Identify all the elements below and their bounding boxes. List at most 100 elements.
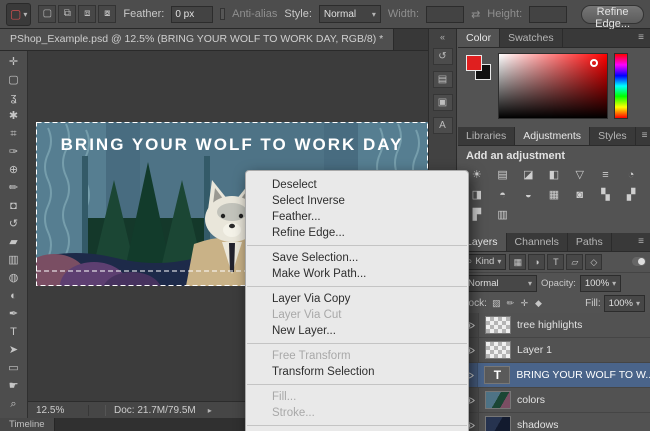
- collapsed-character-panel-icon[interactable]: A: [433, 117, 453, 134]
- menu-item-fill[interactable]: Fill...: [246, 389, 468, 405]
- panel-menu-icon[interactable]: ≡: [632, 233, 650, 251]
- height-input[interactable]: [529, 6, 567, 23]
- filter-pixel-layers-icon[interactable]: ▦: [509, 254, 526, 270]
- eyedropper-tool[interactable]: ✑: [2, 143, 26, 161]
- filter-adjustment-layers-icon[interactable]: ◑: [528, 254, 545, 270]
- color-balance-adjustment-icon[interactable]: ◔: [618, 167, 644, 184]
- refine-edge-button[interactable]: Refine Edge...: [581, 5, 644, 24]
- tab-swatches[interactable]: Swatches: [500, 29, 563, 47]
- menu-item-refine-edge[interactable]: Refine Edge...: [246, 225, 468, 241]
- panel-menu-icon[interactable]: ≡: [636, 127, 650, 145]
- eraser-tool[interactable]: ▰: [2, 233, 26, 251]
- tab-timeline[interactable]: Timeline: [0, 418, 55, 431]
- new-selection-icon[interactable]: ▢: [38, 5, 56, 23]
- layer-thumbnail[interactable]: T: [484, 366, 510, 384]
- filter-group-layers-icon[interactable]: ▱: [566, 254, 583, 270]
- panel-menu-icon[interactable]: ≡: [632, 29, 650, 47]
- quick-selection-tool[interactable]: ✱: [2, 107, 26, 125]
- layer-thumbnail[interactable]: [485, 416, 511, 431]
- add-to-selection-icon[interactable]: ⧉: [58, 5, 76, 23]
- color-lookup-adjustment-icon[interactable]: ▦: [541, 187, 567, 204]
- zoom-tool[interactable]: ⌕: [2, 395, 26, 413]
- exposure-adjustment-icon[interactable]: ◧: [541, 167, 567, 184]
- menu-item-free-transform[interactable]: Free Transform: [246, 348, 468, 364]
- move-tool[interactable]: ✛: [2, 53, 26, 71]
- zoom-level-field[interactable]: 12.5%: [28, 405, 89, 416]
- opacity-value[interactable]: 100% ▾: [580, 275, 621, 292]
- channel-mixer-adjustment-icon[interactable]: ◒: [515, 187, 541, 204]
- blend-mode-select[interactable]: Normal ▾: [463, 275, 537, 292]
- menu-item-make-work-path[interactable]: Make Work Path...: [246, 266, 468, 282]
- status-popup-arrow-icon[interactable]: ▸: [208, 406, 212, 415]
- menu-item-select-inverse[interactable]: Select Inverse: [246, 193, 468, 209]
- levels-adjustment-icon[interactable]: ▤: [490, 167, 516, 184]
- tab-adjustments[interactable]: Adjustments: [515, 127, 590, 145]
- tab-libraries[interactable]: Libraries: [458, 127, 515, 145]
- layer-row-tree-highlights[interactable]: tree highlights: [458, 313, 650, 338]
- menu-item-deselect[interactable]: Deselect: [246, 177, 468, 193]
- rectangle-shape-tool[interactable]: ▭: [2, 359, 26, 377]
- foreground-color-swatch[interactable]: [466, 55, 482, 71]
- collapsed-properties-panel-icon[interactable]: ▤: [433, 71, 453, 88]
- crop-tool[interactable]: ⌗: [2, 125, 26, 143]
- lock-position-icon[interactable]: ✛: [518, 297, 531, 310]
- layer-thumbnail[interactable]: [485, 316, 511, 334]
- menu-item-layer-via-copy[interactable]: Layer Via Copy: [246, 291, 468, 307]
- pen-tool[interactable]: ✒: [2, 305, 26, 323]
- curves-adjustment-icon[interactable]: ◪: [515, 167, 541, 184]
- lock-image-pixels-icon[interactable]: ✏: [504, 297, 517, 310]
- gradient-tool[interactable]: ▥: [2, 251, 26, 269]
- history-brush-tool[interactable]: ↺: [2, 215, 26, 233]
- hue-slider[interactable]: [614, 53, 628, 119]
- menu-item-layer-via-cut[interactable]: Layer Via Cut: [246, 307, 468, 323]
- blur-tool[interactable]: ◍: [2, 269, 26, 287]
- color-picker-marker[interactable]: [590, 59, 598, 67]
- menu-item-feather[interactable]: Feather...: [246, 209, 468, 225]
- layer-row-bring-your-wolf-to-w[interactable]: T BRING YOUR WOLF TO W...: [458, 363, 650, 388]
- hue-saturation-adjustment-icon[interactable]: ≡: [593, 167, 619, 184]
- dodge-tool[interactable]: ◐: [2, 287, 26, 305]
- menu-item-new-layer[interactable]: New Layer...: [246, 323, 468, 339]
- layer-filter-toggle[interactable]: [632, 257, 646, 266]
- posterize-adjustment-icon[interactable]: ▚: [593, 187, 619, 204]
- path-selection-tool[interactable]: ➤: [2, 341, 26, 359]
- filter-type-layers-icon[interactable]: T: [547, 254, 564, 270]
- collapsed-history-panel-icon[interactable]: ↺: [433, 48, 453, 65]
- menu-item-stroke[interactable]: Stroke...: [246, 405, 468, 421]
- menu-item-save-selection[interactable]: Save Selection...: [246, 250, 468, 266]
- spot-healing-brush-tool[interactable]: ⊕: [2, 161, 26, 179]
- lasso-tool[interactable]: ʓ: [2, 89, 26, 107]
- lock-all-icon[interactable]: ◆: [532, 297, 545, 310]
- filter-smart-objects-icon[interactable]: ◇: [585, 254, 602, 270]
- invert-adjustment-icon[interactable]: ◙: [567, 187, 593, 204]
- width-height-link-icon[interactable]: ⇄: [471, 8, 480, 21]
- saturation-brightness-field[interactable]: [498, 53, 608, 119]
- threshold-adjustment-icon[interactable]: ▞: [618, 187, 644, 204]
- intersect-selection-icon[interactable]: ⧇: [98, 5, 116, 23]
- lock-transparent-pixels-icon[interactable]: ▨: [490, 297, 503, 310]
- feather-input[interactable]: [171, 6, 213, 23]
- tab-paths[interactable]: Paths: [568, 233, 612, 251]
- document-tab[interactable]: PShop_Example.psd @ 12.5% (BRING YOUR WO…: [0, 29, 394, 50]
- brush-tool[interactable]: ✏: [2, 179, 26, 197]
- subtract-from-selection-icon[interactable]: ⧈: [78, 5, 96, 23]
- tab-channels[interactable]: Channels: [507, 233, 568, 251]
- tab-styles[interactable]: Styles: [590, 127, 636, 145]
- clone-stamp-tool[interactable]: ◘: [2, 197, 26, 215]
- menu-item-transform-selection[interactable]: Transform Selection: [246, 364, 468, 380]
- vibrance-adjustment-icon[interactable]: ▽: [567, 167, 593, 184]
- layer-row-shadows[interactable]: shadows: [458, 413, 650, 431]
- tab-color[interactable]: Color: [458, 29, 500, 47]
- style-select[interactable]: Normal ▾: [319, 5, 381, 23]
- fill-value[interactable]: 100% ▾: [604, 295, 645, 312]
- gradient-map-adjustment-icon[interactable]: ▥: [490, 207, 516, 224]
- hand-tool[interactable]: ☛: [2, 377, 26, 395]
- horizontal-type-tool[interactable]: T: [2, 323, 26, 341]
- collapsed-info-panel-icon[interactable]: ▣: [433, 94, 453, 111]
- expand-panels-chevron-icon[interactable]: «: [440, 32, 445, 42]
- layer-thumbnail[interactable]: [485, 341, 511, 359]
- anti-alias-checkbox[interactable]: [220, 8, 225, 20]
- layer-thumbnail[interactable]: [485, 391, 511, 409]
- tool-preset-picker[interactable]: ▢ ▾: [6, 3, 31, 26]
- width-input[interactable]: [426, 6, 464, 23]
